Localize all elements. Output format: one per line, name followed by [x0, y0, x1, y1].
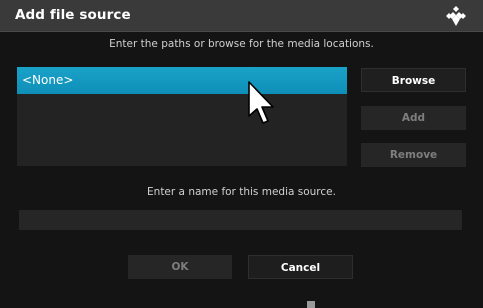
add-file-source-dialog: Add file source Enter the paths or brows…: [0, 0, 483, 308]
background-item-icon: [307, 301, 315, 308]
dialog-titlebar: Add file source: [0, 0, 483, 32]
browse-button[interactable]: Browse: [361, 68, 466, 92]
add-button[interactable]: Add: [361, 106, 466, 130]
ok-button[interactable]: OK: [128, 255, 232, 279]
kodi-logo-icon: [446, 6, 466, 26]
dialog-title: Add file source: [15, 7, 131, 23]
name-instruction: Enter a name for this media source.: [147, 186, 336, 198]
paths-list[interactable]: <None>: [17, 67, 347, 166]
paths-instruction: Enter the paths or browse for the media …: [109, 38, 374, 50]
path-list-item-label: <None>: [22, 73, 74, 87]
cancel-button[interactable]: Cancel: [248, 255, 353, 279]
mouse-pointer-icon: [248, 81, 274, 124]
path-list-item[interactable]: <None>: [17, 67, 347, 94]
remove-button[interactable]: Remove: [361, 143, 466, 167]
source-name-field[interactable]: [19, 210, 462, 230]
